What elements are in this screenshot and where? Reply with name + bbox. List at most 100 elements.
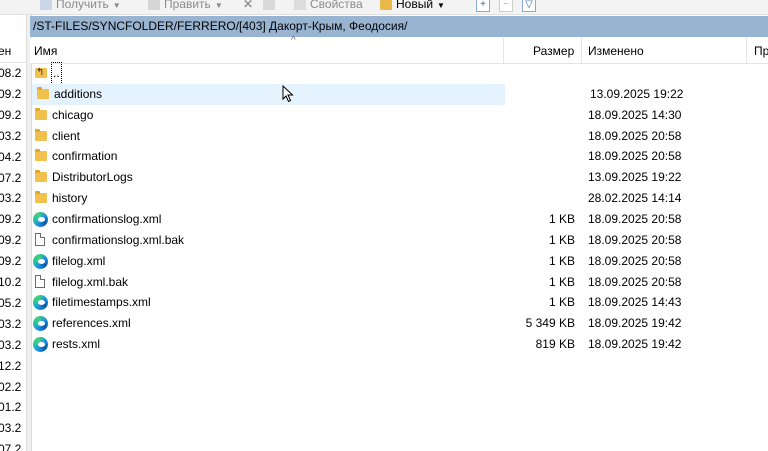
file-row[interactable]: rests.xml 819 KB 18.09.2025 19:42 bbox=[30, 334, 768, 355]
file-row[interactable]: filetimestamps.xml 1 KB 18.09.2025 14:43 bbox=[30, 292, 768, 313]
column-header: ^ Имя Размер Изменено Пр bbox=[30, 35, 768, 64]
remove-button[interactable]: − bbox=[499, 0, 517, 12]
file-modified: 18.09.2025 19:42 bbox=[588, 316, 682, 331]
file-name: rests.xml bbox=[52, 337, 100, 352]
properties-button[interactable]: Свойства bbox=[294, 0, 363, 12]
rename-icon[interactable] bbox=[263, 0, 279, 12]
filter-button[interactable]: ▽ bbox=[522, 0, 540, 12]
file-row[interactable]: client 18.09.2025 20:58 bbox=[30, 126, 768, 147]
file-row[interactable]: filelog.xml.bak 1 KB 18.09.2025 20:58 bbox=[30, 272, 768, 293]
file-row[interactable]: DistributorLogs 13.09.2025 19:22 bbox=[30, 167, 768, 188]
file-modified: 28.02.2025 14:14 bbox=[588, 191, 682, 206]
chevron-down-icon: ▼ bbox=[437, 1, 445, 10]
file-row[interactable]: confirmation 18.09.2025 20:58 bbox=[30, 146, 768, 167]
mouse-cursor-icon bbox=[282, 85, 294, 103]
left-list-item[interactable]: 03.2 bbox=[0, 314, 26, 335]
get-button[interactable]: Получить ▼ bbox=[40, 0, 121, 12]
file-size: 1 KB bbox=[548, 274, 575, 289]
left-list-item[interactable]: 09.2 bbox=[0, 251, 26, 272]
file-modified: 18.09.2025 20:58 bbox=[588, 274, 682, 289]
file-row[interactable]: confirmationslog.xml.bak 1 KB 18.09.2025 2… bbox=[30, 230, 768, 251]
left-list-item[interactable]: 03.2 bbox=[0, 126, 26, 147]
left-column-header[interactable]: ен bbox=[0, 41, 26, 63]
file-name: filelog.xml bbox=[52, 253, 106, 268]
file-modified: 18.09.2025 19:42 bbox=[588, 337, 682, 352]
folder-icon bbox=[35, 170, 47, 183]
left-list-item[interactable]: 09.2 bbox=[0, 230, 26, 251]
parent-dir-icon bbox=[35, 62, 47, 83]
left-list-item[interactable]: 07.2 bbox=[0, 439, 26, 451]
file-modified: 18.09.2025 14:30 bbox=[588, 107, 682, 122]
file-name: confirmationslog.xml.bak bbox=[52, 232, 185, 247]
column-modified[interactable]: Изменено bbox=[588, 44, 644, 58]
sort-ascending-icon: ^ bbox=[291, 35, 296, 46]
file-list: ..additions 13.09.2025 19:22 chicago 18.09.… bbox=[30, 62, 768, 451]
column-name[interactable]: Имя bbox=[34, 44, 57, 58]
left-list-item[interactable]: 09.2 bbox=[0, 209, 26, 230]
file-row[interactable]: confirmationslog.xml 1 KB 18.09.2025 20:58 bbox=[30, 209, 768, 230]
left-list-item[interactable]: 08.2 bbox=[0, 63, 26, 84]
file-row[interactable]: filelog.xml 1 KB 18.09.2025 20:58 bbox=[30, 251, 768, 272]
left-list-item[interactable]: 05.2 bbox=[0, 293, 26, 314]
file-name: DistributorLogs bbox=[52, 170, 133, 185]
file-size: 1 KB bbox=[548, 295, 575, 310]
left-list-item[interactable]: 04.2 bbox=[0, 147, 26, 168]
edit-icon bbox=[148, 0, 160, 10]
file-name: filetimestamps.xml bbox=[52, 295, 151, 310]
file-modified: 18.09.2025 20:58 bbox=[588, 128, 682, 143]
file-name: history bbox=[52, 191, 88, 206]
file-icon bbox=[35, 274, 45, 288]
file-size: 1 KB bbox=[548, 232, 575, 247]
left-list-item[interactable]: 01.2 bbox=[0, 397, 26, 418]
folder-icon bbox=[35, 191, 47, 204]
file-name: confirmationslog.xml bbox=[52, 211, 162, 226]
remote-path: /ST-FILES/SYNCFOLDER/FERRERO/[403] Дакор… bbox=[33, 19, 408, 33]
file-row[interactable]: history 28.02.2025 14:14 bbox=[30, 188, 768, 209]
file-name: additions bbox=[54, 86, 103, 101]
file-modified: 18.09.2025 20:58 bbox=[588, 149, 682, 164]
edge-icon bbox=[33, 295, 48, 311]
edge-icon bbox=[33, 211, 48, 227]
delete-icon[interactable]: ✕ bbox=[243, 0, 253, 12]
file-name: client bbox=[52, 128, 81, 143]
left-list-item[interactable]: 12.2 bbox=[0, 356, 26, 377]
file-row[interactable]: chicago 18.09.2025 14:30 bbox=[30, 105, 768, 126]
file-row[interactable]: references.xml 5 349 KB 18.09.2025 19:42 bbox=[30, 313, 768, 334]
column-size[interactable]: Размер bbox=[533, 44, 574, 58]
properties-icon bbox=[294, 0, 306, 10]
left-list-item[interactable]: 10.2 bbox=[0, 272, 26, 293]
left-list-item[interactable]: 03.2 bbox=[0, 188, 26, 209]
file-modified: 18.09.2025 20:58 bbox=[588, 253, 682, 268]
left-list-item[interactable]: 07.2 bbox=[0, 168, 26, 189]
column-rights[interactable]: Пр bbox=[754, 44, 768, 58]
file-name: .. bbox=[51, 62, 62, 85]
file-name: references.xml bbox=[52, 316, 131, 331]
left-list-item[interactable]: 09.2 bbox=[0, 84, 26, 105]
file-row[interactable]: .. bbox=[30, 62, 768, 85]
download-icon bbox=[40, 0, 52, 10]
edge-icon bbox=[33, 253, 48, 269]
folder-icon bbox=[37, 86, 49, 99]
chevron-down-icon: ▼ bbox=[112, 1, 121, 10]
left-list-item[interactable]: 03.2 bbox=[0, 335, 26, 356]
edit-button[interactable]: Править ▼ bbox=[148, 0, 223, 12]
file-size: 819 KB bbox=[535, 337, 575, 352]
file-name: filelog.xml.bak bbox=[52, 274, 129, 289]
folder-icon bbox=[35, 128, 47, 141]
file-modified: 18.09.2025 20:58 bbox=[588, 211, 682, 226]
folder-icon bbox=[35, 107, 47, 120]
left-list-item[interactable]: 03.2 bbox=[0, 418, 26, 439]
add-button[interactable]: + bbox=[476, 0, 494, 12]
file-name: confirmation bbox=[52, 149, 118, 164]
file-size: 5 349 KB bbox=[525, 316, 575, 331]
left-list-item[interactable]: 09.2 bbox=[0, 105, 26, 126]
toolbar: Получить ▼ Править ▼ ✕ Свойства Новый ▼ + −… bbox=[0, 0, 768, 15]
file-modified: 13.09.2025 19:22 bbox=[588, 170, 682, 185]
left-list-item[interactable]: 02.2 bbox=[0, 377, 26, 398]
local-pane: ен 08.2 09.2 09.2 03.2 04.2 07.2 03.2 09.2 09.2 0… bbox=[0, 15, 26, 451]
file-row[interactable]: additions 13.09.2025 19:22 bbox=[32, 83, 683, 105]
remote-path-bar[interactable]: /ST-FILES/SYNCFOLDER/FERRERO/[403] Дакор… bbox=[30, 16, 768, 37]
new-button[interactable]: Новый ▼ bbox=[380, 0, 445, 12]
file-modified: 18.09.2025 20:58 bbox=[588, 232, 682, 247]
file-icon bbox=[35, 232, 45, 246]
